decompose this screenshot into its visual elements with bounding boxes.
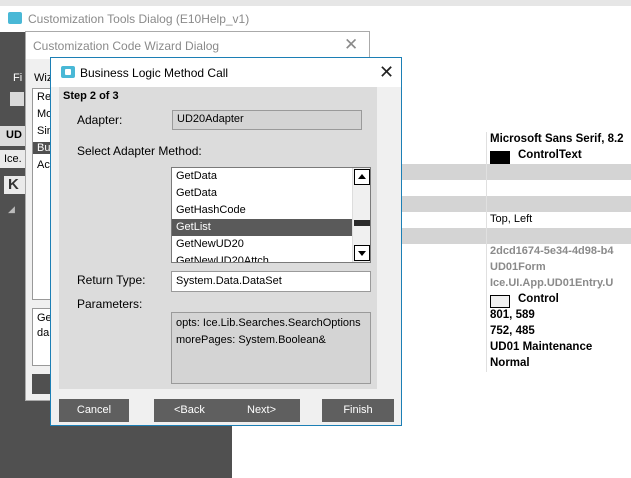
return-type-label: Return Type: [77, 273, 146, 287]
property-divider [486, 276, 487, 292]
property-value: UD01Form [490, 261, 546, 273]
method-list-item[interactable]: GetNewUD20Attch [172, 253, 352, 263]
method-list-item[interactable]: GetList [172, 219, 352, 236]
select-method-label: Select Adapter Method: [77, 144, 202, 158]
wizard-list-item[interactable]: Re [37, 91, 51, 103]
property-value: Control [518, 293, 559, 305]
tab-ice-label: Ice. [4, 153, 22, 165]
adapter-label: Adapter: [77, 113, 123, 127]
tools-dialog-titlebar[interactable]: Customization Tools Dialog (E10Help_v1) [0, 6, 631, 32]
parameter-line: opts: Ice.Lib.Searches.SearchOptions [176, 317, 361, 329]
color-swatch [490, 151, 510, 164]
wizard-title: Customization Code Wizard Dialog [33, 39, 220, 53]
method-list-item[interactable]: GetData [172, 185, 352, 202]
blm-title: Business Logic Method Call [80, 66, 229, 80]
property-divider [486, 340, 487, 356]
method-label: GetNewUD20Attch [176, 255, 269, 263]
parameter-line: morePages: System.Boolean& [176, 334, 326, 346]
property-divider [486, 132, 487, 148]
property-value: 752, 485 [490, 325, 535, 337]
k-glyph: K [8, 176, 19, 193]
method-list-item[interactable]: GetNewUD20 [172, 236, 352, 253]
return-type-field[interactable]: System.Data.DataSet [171, 271, 371, 292]
property-value: Normal [490, 357, 530, 369]
property-value: ControlText [518, 149, 582, 161]
method-list-item[interactable]: GetData [172, 168, 352, 185]
close-icon[interactable]: ✕ [379, 62, 394, 83]
property-divider [486, 308, 487, 324]
method-scrollbar[interactable] [352, 168, 370, 262]
parameters-label: Parameters: [77, 297, 143, 311]
property-divider [486, 292, 487, 308]
property-divider [486, 196, 487, 212]
method-label: GetData [176, 170, 217, 182]
method-label: GetNewUD20 [176, 238, 244, 250]
property-divider [486, 244, 487, 260]
save-icon[interactable] [10, 92, 24, 106]
property-divider [486, 228, 487, 244]
method-label: GetList [176, 221, 211, 233]
method-listbox[interactable]: GetData GetData GetHashCode GetList GetNewUD… [171, 167, 371, 263]
step-panel: Step 2 of 3 Adapter: UD20Adapter Select … [59, 87, 377, 389]
wizard-list-item[interactable]: Ac [37, 159, 50, 171]
parameters-box: opts: Ice.Lib.Searches.SearchOptions more… [171, 312, 371, 384]
property-value: UD01 Maintenance [490, 341, 593, 353]
property-divider [486, 148, 487, 164]
back-next-button-group: <Back Next> [154, 399, 300, 422]
property-divider [486, 180, 487, 196]
finish-button[interactable]: Finish [322, 399, 394, 422]
scroll-down-icon[interactable] [354, 245, 370, 261]
property-divider [486, 212, 487, 228]
adapter-field: UD20Adapter [172, 110, 362, 130]
cancel-button[interactable]: Cancel [59, 399, 129, 422]
next-button[interactable]: Next> [247, 399, 276, 422]
property-divider [486, 260, 487, 276]
method-label: GetHashCode [176, 204, 246, 216]
method-list-item[interactable]: GetHashCode [172, 202, 352, 219]
step-label: Step 2 of 3 [63, 90, 119, 102]
wizard-titlebar[interactable]: Customization Code Wizard Dialog ✕ [26, 32, 369, 59]
property-divider [486, 356, 487, 372]
method-label: GetData [176, 187, 217, 199]
return-type-value: System.Data.DataSet [176, 275, 282, 287]
blm-titlebar[interactable]: Business Logic Method Call ✕ [51, 58, 401, 87]
wizard-desc-line: da [37, 327, 50, 339]
scroll-up-icon[interactable] [354, 169, 370, 185]
app-icon [8, 12, 22, 24]
property-value: 2dcd1674-5e34-4d98-b4 [490, 245, 614, 257]
property-value: Top, Left [490, 213, 533, 225]
color-swatch [490, 295, 510, 308]
property-value: 801, 589 [490, 309, 535, 321]
close-icon[interactable]: ✕ [344, 35, 358, 55]
business-logic-method-call-dialog: Business Logic Method Call ✕ Step 2 of 3… [50, 57, 402, 426]
property-divider [486, 324, 487, 340]
adapter-value: UD20Adapter [177, 113, 244, 125]
app-icon [61, 66, 75, 78]
tools-dialog-title: Customization Tools Dialog (E10Help_v1) [28, 12, 250, 26]
back-button[interactable]: <Back [174, 399, 205, 422]
expand-triangle-icon[interactable]: ◢ [8, 204, 15, 215]
first-record-icon[interactable]: K [4, 176, 26, 194]
file-menu[interactable]: Fi [13, 72, 22, 84]
property-divider [486, 164, 487, 180]
property-value: Ice.UI.App.UD01Entry.U [490, 277, 614, 289]
tab-ud-label: UD [6, 129, 22, 141]
property-value: Microsoft Sans Serif, 8.2 [490, 133, 624, 145]
scroll-thumb[interactable] [354, 220, 370, 226]
